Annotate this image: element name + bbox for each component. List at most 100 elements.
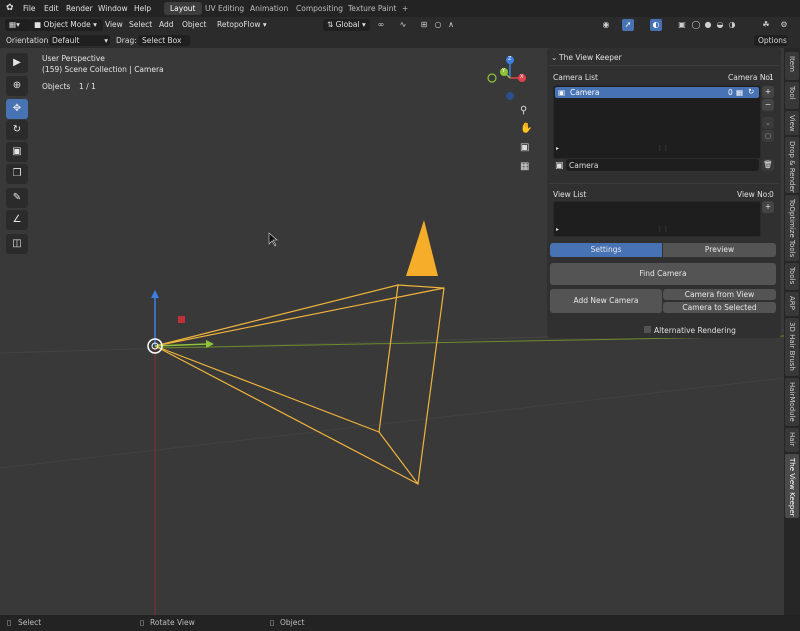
camera-to-selected-button[interactable]: Camera to Selected <box>663 302 776 313</box>
xray-icon[interactable]: ▣ <box>676 19 688 31</box>
scale-tool[interactable]: ▣ <box>6 142 28 162</box>
view-list[interactable]: ▸ ⋮⋮ <box>553 201 761 237</box>
status-rotate: Rotate View <box>150 618 195 627</box>
alternative-rendering-checkbox[interactable] <box>644 326 651 333</box>
tab-drop-render[interactable]: Drop & Render <box>785 137 799 193</box>
proportional-edit-icon[interactable]: ○ <box>432 19 444 31</box>
cursor-tool[interactable]: ⊕ <box>6 76 28 96</box>
orientation-dropdown[interactable]: Default ▾ <box>49 35 110 46</box>
list-expand-icon[interactable]: ▸ <box>556 145 559 152</box>
visibility-icon[interactable]: ◉ <box>600 19 612 31</box>
camera-refresh-icon[interactable]: ↻ <box>748 87 754 96</box>
drag-dropdown[interactable]: Select Box <box>138 35 190 46</box>
view-list-resize-handle[interactable]: ⋮⋮ <box>657 226 669 233</box>
tab-hair[interactable]: Hair <box>785 428 799 452</box>
layers-icon[interactable]: ☘ <box>760 19 772 31</box>
tab-item[interactable]: Item <box>785 52 799 80</box>
camera-item-label: Camera <box>570 88 600 97</box>
tab-hairmodule[interactable]: HairModule <box>785 378 799 426</box>
shading-wireframe-icon[interactable]: ◯ <box>690 19 702 31</box>
snap-target-icon[interactable]: ⊞ <box>418 19 430 31</box>
menu-add[interactable]: Add <box>155 19 178 31</box>
tab-arp[interactable]: ARP <box>785 292 799 316</box>
add-cube-tool[interactable]: ◫ <box>6 234 28 254</box>
blender-logo-icon[interactable]: ✿ <box>6 3 14 13</box>
view-name: User Perspective <box>42 54 105 63</box>
rotate-tool[interactable]: ↻ <box>6 120 28 140</box>
camera-view-icon[interactable]: ▣ <box>520 142 529 153</box>
camera-remove-button[interactable]: − <box>762 99 774 111</box>
select-box-tool[interactable]: ▶ <box>6 53 28 73</box>
status-object: Object <box>280 618 305 627</box>
camera-grid-icon[interactable]: ▦ <box>736 88 743 97</box>
list-resize-handle[interactable]: ⋮⋮ <box>657 145 669 152</box>
falloff-icon[interactable]: ∧ <box>445 19 457 31</box>
tab-the-view-keeper[interactable]: The View Keeper <box>785 454 799 518</box>
camera-add-button[interactable]: + <box>762 86 774 98</box>
workspace-tab-texture-paint[interactable]: Texture Paint <box>342 2 402 15</box>
camera-no-label: Camera No: <box>728 73 773 82</box>
gizmo-x-label: X <box>520 74 524 80</box>
find-camera-button[interactable]: Find Camera <box>550 263 776 285</box>
menu-object[interactable]: Object <box>178 19 210 31</box>
zoom-icon[interactable]: ⚲ <box>520 105 527 116</box>
add-workspace-button[interactable]: + <box>396 2 414 15</box>
menu-select[interactable]: Select <box>125 19 156 31</box>
camera-field[interactable]: Camera <box>566 159 759 171</box>
camera-list[interactable]: ▣ Camera 0 ▦ ↻ ▸ ⋮⋮ <box>553 85 761 159</box>
camera-list-item[interactable]: ▣ Camera 0 ▦ ↻ <box>555 87 759 98</box>
objects-count: 1 / 1 <box>79 82 96 91</box>
editor-type-button[interactable]: ▦▾ <box>5 19 31 31</box>
red-plane-handle <box>178 316 185 323</box>
workspace-tab-layout[interactable]: Layout <box>164 2 202 15</box>
objects-label: Objects <box>42 82 71 91</box>
shading-solid-icon[interactable]: ● <box>702 19 714 31</box>
annotate-tool[interactable]: ✎ <box>6 188 28 208</box>
add-new-camera-button[interactable]: Add New Camera <box>550 289 662 313</box>
workspace-tab-uv-editing[interactable]: UV Editing <box>199 2 250 15</box>
tab-3d-hair-brush[interactable]: 3D Hair Brush <box>785 318 799 376</box>
tab-tool[interactable]: Tool <box>785 82 799 109</box>
transform-tool[interactable]: ❐ <box>6 164 28 184</box>
transform-orientation-dropdown[interactable]: ⇅ Global ▾ <box>323 19 370 31</box>
tab-preview[interactable]: Preview <box>663 243 776 257</box>
snap-icon[interactable]: ∿ <box>397 19 409 31</box>
perspective-toggle-icon[interactable]: ▦ <box>520 161 529 172</box>
mode-dropdown[interactable]: ■ Object Mode ▾ <box>30 19 103 31</box>
tab-settings[interactable]: Settings <box>550 243 662 257</box>
trash-icon[interactable]: 🗑 <box>762 159 774 171</box>
pan-hand-icon[interactable]: ✋ <box>520 123 532 134</box>
workspace-tab-animation[interactable]: Animation <box>244 2 294 15</box>
menu-file[interactable]: File <box>23 4 36 13</box>
measure-tool[interactable]: ∠ <box>6 210 28 230</box>
overlays-toggle-icon[interactable]: ◐ <box>650 19 662 31</box>
settings-icon[interactable]: ⚙ <box>778 19 790 31</box>
menu-retopoflow[interactable]: RetopoFlow ▾ <box>213 19 271 31</box>
camera-up-button[interactable]: ⌄ <box>762 117 774 129</box>
shading-rendered-icon[interactable]: ◑ <box>726 19 738 31</box>
menu-edit[interactable]: Edit <box>44 4 59 13</box>
menu-render[interactable]: Render <box>66 4 93 13</box>
status-select: Select <box>18 618 42 627</box>
collapse-chevron-icon[interactable]: ⌄ <box>551 53 557 62</box>
camera-from-view-button[interactable]: Camera from View <box>663 289 776 300</box>
camera-list-label: Camera List <box>553 73 598 82</box>
top-menu-bar: ✿ File Edit Render Window Help Layout UV… <box>0 0 800 17</box>
view-add-button[interactable]: + <box>762 201 774 213</box>
menu-window[interactable]: Window <box>98 4 128 13</box>
view-keeper-panel: ⌄ The View Keeper Camera List Camera No:… <box>547 48 781 338</box>
menu-help[interactable]: Help <box>134 4 151 13</box>
shading-material-icon[interactable]: ◒ <box>714 19 726 31</box>
workspace-tab-compositing[interactable]: Compositing <box>290 2 349 15</box>
camera-down-button[interactable]: ○ <box>762 130 774 142</box>
tab-tooptimize-tools[interactable]: ToOptimize Tools <box>785 195 799 261</box>
options-dropdown[interactable]: Options ▾ <box>754 35 788 56</box>
camera-object <box>154 284 445 486</box>
move-tool[interactable]: ✥ <box>6 99 28 119</box>
pivot-point-icon[interactable]: ∞ <box>375 19 387 31</box>
tab-view[interactable]: View <box>785 111 799 135</box>
view-list-expand-icon[interactable]: ▸ <box>556 226 559 233</box>
gizmo-toggle-icon[interactable]: ➚ <box>622 19 634 31</box>
menu-view[interactable]: View <box>101 19 127 31</box>
tab-tools[interactable]: Tools <box>785 263 799 290</box>
